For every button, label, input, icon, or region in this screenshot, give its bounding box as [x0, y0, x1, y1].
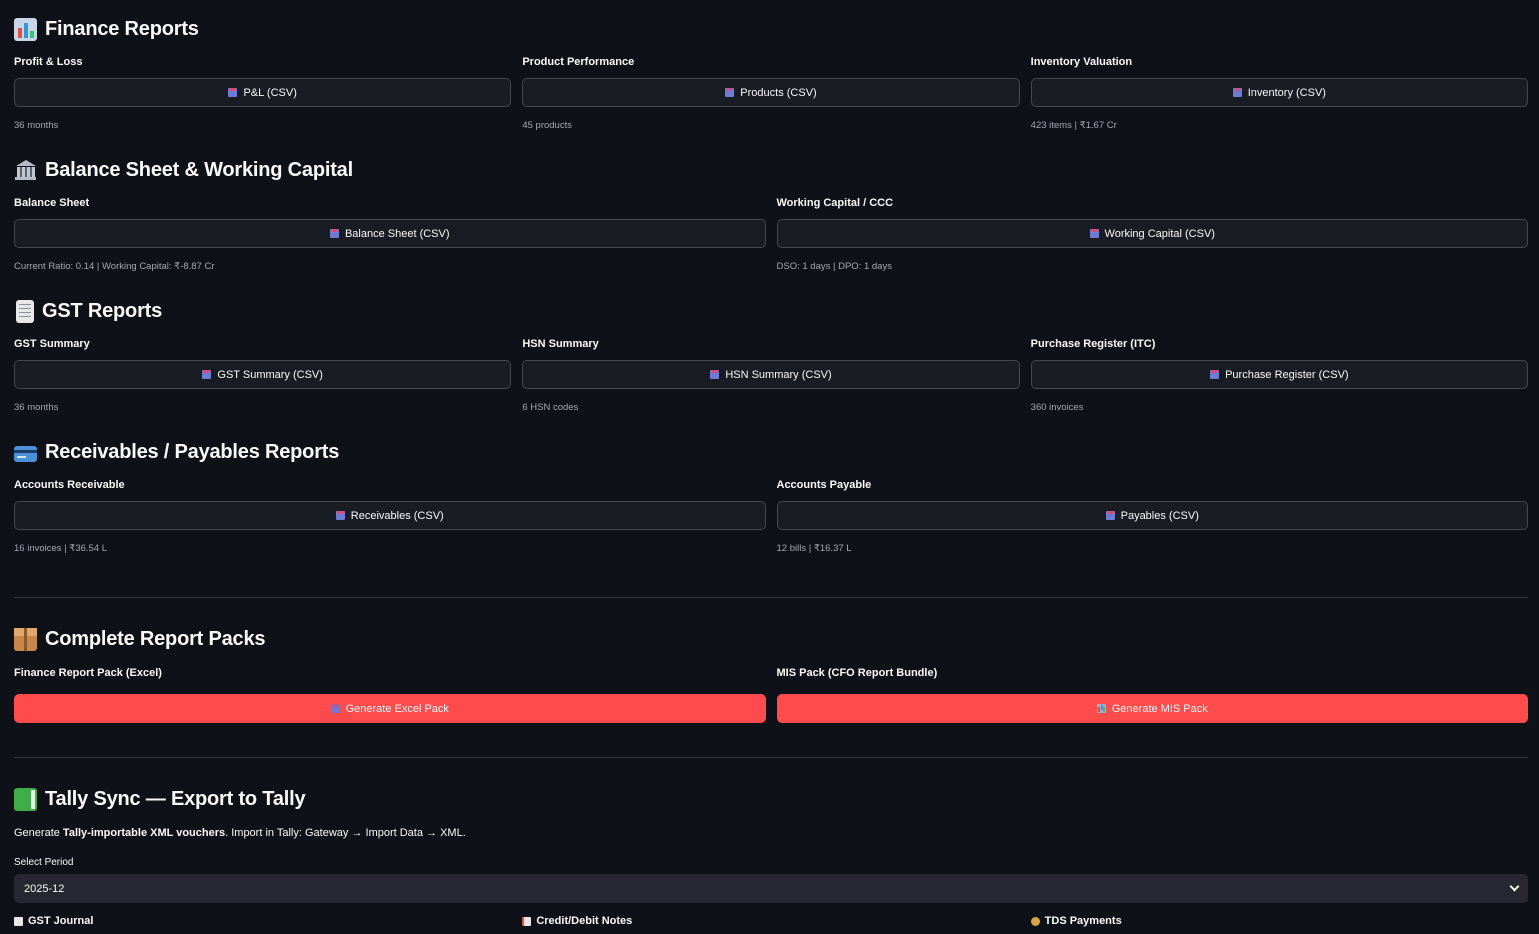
hsn-summary-caption: 6 HSN codes	[522, 402, 579, 413]
purchase-register-csv-button[interactable]: Purchase Register (CSV)	[1030, 360, 1528, 389]
products-csv-button[interactable]: Products (CSV)	[522, 78, 1020, 107]
pl-csv-button[interactable]: P&L (CSV)	[14, 78, 512, 107]
hsn-summary-csv-button[interactable]: HSN Summary (CSV)	[522, 360, 1020, 389]
period-label: Select Period	[14, 857, 74, 868]
inventory-report: Inventory Valuation Inventory (CSV) 423 …	[1030, 56, 1528, 146]
receivables-payables-heading: Receivables / Payables Reports	[14, 441, 339, 464]
inventory-caption: 423 items | ₹1.67 Cr	[1030, 120, 1117, 131]
period-select[interactable]: 2025-12	[14, 874, 1528, 903]
payables-csv-button[interactable]: Payables (CSV)	[776, 501, 1528, 530]
balance-sheet-label: Balance Sheet	[14, 197, 90, 209]
packs-grid: Finance Report Pack (Excel) Generate Exc…	[14, 667, 1528, 757]
working-capital-report: Working Capital / CCC Working Capital (C…	[776, 197, 1528, 287]
money-bag-icon	[1030, 916, 1040, 926]
tally-sync-heading: Tally Sync — Export to Tally	[14, 788, 306, 811]
receivables-report: Accounts Receivable Receivables (CSV) 16…	[14, 479, 766, 569]
purchase-register-report: Purchase Register (ITC) Purchase Registe…	[1030, 338, 1528, 428]
gst-summary-caption: 36 months	[14, 402, 59, 413]
chevron-down-icon	[1509, 881, 1520, 892]
green-book-icon	[14, 788, 37, 811]
download-icon	[710, 370, 720, 379]
balance-sheet-report: Balance Sheet Balance Sheet (CSV) Curren…	[14, 197, 766, 287]
products-label: Product Performance	[522, 56, 635, 68]
payables-report: Accounts Payable Payables (CSV) 12 bills…	[776, 479, 1528, 569]
download-icon	[228, 88, 238, 97]
working-capital-label: Working Capital / CCC	[776, 197, 894, 209]
inventory-csv-button[interactable]: Inventory (CSV)	[1030, 78, 1528, 107]
mis-pack: MIS Pack (CFO Report Bundle) Generate MI…	[776, 667, 1528, 757]
payables-caption: 12 bills | ₹16.37 L	[776, 543, 852, 554]
tds-payments-subheading: TDS Payments	[1030, 915, 1528, 927]
purchase-register-label: Purchase Register (ITC)	[1030, 338, 1156, 350]
excel-pack: Finance Report Pack (Excel) Generate Exc…	[14, 667, 766, 757]
working-capital-caption: DSO: 1 days | DPO: 1 days	[776, 261, 892, 272]
products-caption: 45 products	[522, 120, 572, 131]
download-icon	[1089, 229, 1099, 238]
excel-pack-label: Finance Report Pack (Excel)	[14, 667, 162, 679]
generate-mis-pack-button[interactable]: Generate MIS Pack	[776, 694, 1528, 723]
pl-report: Profit & Loss P&L (CSV) 36 months	[14, 56, 512, 146]
hsn-summary-label: HSN Summary	[522, 338, 599, 350]
receivables-csv-button[interactable]: Receivables (CSV)	[14, 501, 766, 530]
gst-reports-heading: GST Reports	[14, 300, 162, 323]
bank-icon	[14, 159, 37, 182]
bar-chart-icon	[14, 18, 37, 41]
download-icon	[330, 704, 340, 713]
purchase-register-caption: 360 invoices	[1030, 402, 1084, 413]
memo-icon	[522, 916, 532, 926]
download-icon	[1105, 511, 1115, 520]
mis-pack-label: MIS Pack (CFO Report Bundle)	[776, 667, 938, 679]
receivables-grid: Accounts Receivable Receivables (CSV) 16…	[14, 479, 1528, 569]
tally-subsections: GST Journal Credit/Debit Notes TDS Payme…	[14, 915, 1528, 927]
credit-debit-notes-subheading: Credit/Debit Notes	[522, 915, 1019, 927]
download-icon	[335, 511, 345, 520]
gst-journal-subheading: GST Journal	[14, 915, 511, 927]
payables-label: Accounts Payable	[776, 479, 872, 491]
divider	[14, 597, 1528, 598]
receivables-label: Accounts Receivable	[14, 479, 125, 491]
receipt-icon	[16, 300, 34, 323]
receipt-icon	[14, 916, 23, 926]
balance-sheet-heading: Balance Sheet & Working Capital	[14, 159, 353, 182]
generate-excel-pack-button[interactable]: Generate Excel Pack	[14, 694, 766, 723]
download-icon	[1210, 370, 1220, 379]
download-icon	[329, 229, 339, 238]
pl-caption: 36 months	[14, 120, 59, 131]
receivables-caption: 16 invoices | ₹36.54 L	[14, 543, 108, 554]
tally-description: Generate Tally-importable XML vouchers. …	[14, 827, 466, 839]
download-icon	[202, 370, 212, 379]
balance-sheet-csv-button[interactable]: Balance Sheet (CSV)	[14, 219, 766, 248]
products-report: Product Performance Products (CSV) 45 pr…	[522, 56, 1020, 146]
package-icon	[14, 628, 37, 651]
credit-card-icon	[14, 446, 37, 462]
gst-summary-report: GST Summary GST Summary (CSV) 36 months	[14, 338, 512, 428]
working-capital-csv-button[interactable]: Working Capital (CSV)	[776, 219, 1528, 248]
finance-reports-heading: Finance Reports	[14, 18, 199, 41]
download-icon	[1232, 88, 1242, 97]
inventory-label: Inventory Valuation	[1030, 56, 1133, 68]
gst-summary-csv-button[interactable]: GST Summary (CSV)	[14, 360, 512, 389]
gst-grid: GST Summary GST Summary (CSV) 36 months …	[14, 338, 1528, 428]
report-packs-heading: Complete Report Packs	[14, 628, 266, 651]
bar-chart-icon	[1096, 704, 1106, 713]
balance-sheet-caption: Current Ratio: 0.14 | Working Capital: ₹…	[14, 261, 215, 272]
balance-grid: Balance Sheet Balance Sheet (CSV) Curren…	[14, 197, 1528, 287]
divider	[14, 757, 1528, 758]
pl-label: Profit & Loss	[14, 56, 83, 68]
hsn-summary-report: HSN Summary HSN Summary (CSV) 6 HSN code…	[522, 338, 1020, 428]
finance-grid: Profit & Loss P&L (CSV) 36 months Produc…	[14, 56, 1528, 146]
download-icon	[725, 88, 735, 97]
gst-summary-label: GST Summary	[14, 338, 90, 350]
